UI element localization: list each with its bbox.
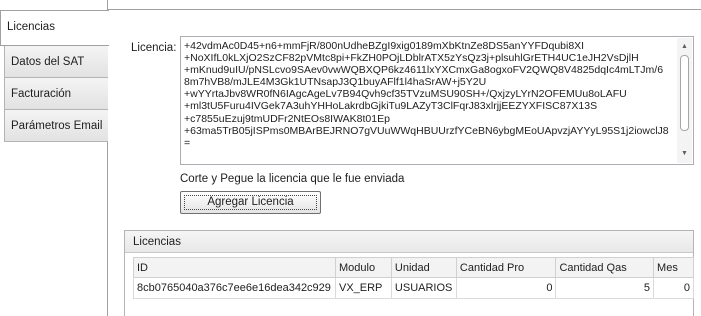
licencia-scrollbar[interactable]: ▲ ▼ xyxy=(677,38,692,163)
column-header-cantidad-pro[interactable]: Cantidad Pro xyxy=(455,257,557,278)
agregar-licencia-button[interactable]: Agregar Licencia xyxy=(180,191,321,214)
cell-cantidad-pro[interactable]: 0 xyxy=(455,277,557,299)
table-row[interactable]: 8cb0765040a376c7ee6e16dea342c929 VX_ERP … xyxy=(133,277,694,299)
tab-datos-del-sat[interactable]: Datos del SAT xyxy=(4,45,108,78)
cell-unidad[interactable]: USUARIOS xyxy=(390,277,457,299)
cell-cantidad-qas[interactable]: 5 xyxy=(555,277,655,299)
column-header-id[interactable]: ID xyxy=(133,257,336,278)
licencia-hint: Corte y Pegue la licencia que le fue env… xyxy=(180,173,405,185)
licencias-table: ID Modulo Unidad Cantidad Pro Cantidad Q… xyxy=(133,257,694,299)
licencia-label: Licencia: xyxy=(131,42,177,54)
scroll-thumb[interactable] xyxy=(680,55,689,131)
tab-licencias[interactable]: Licencias xyxy=(0,10,109,46)
cell-mes[interactable]: 0 xyxy=(653,277,694,299)
licencias-grid-title: Licencias xyxy=(125,231,693,253)
cell-id[interactable]: 8cb0765040a376c7ee6e16dea342c929 xyxy=(133,277,336,299)
tab-parametros-email-label: Parámetros Email xyxy=(11,120,103,132)
column-header-mes[interactable]: Mes xyxy=(653,257,694,278)
column-header-modulo[interactable]: Modulo xyxy=(334,257,392,278)
licencia-textarea-value[interactable]: +42vdmAc0D45+n6+mmFjR/800nUdheBZgI9xig01… xyxy=(184,40,673,161)
agregar-licencia-button-label: Agregar Licencia xyxy=(207,196,294,208)
tab-panel-border xyxy=(108,9,701,10)
column-header-unidad[interactable]: Unidad xyxy=(390,257,457,278)
table-header-row: ID Modulo Unidad Cantidad Pro Cantidad Q… xyxy=(133,257,694,278)
licencias-grid-group: Licencias ID Modulo Unidad Cantidad Pro … xyxy=(124,230,694,316)
scroll-up-arrow-icon[interactable]: ▲ xyxy=(677,40,692,54)
tab-licencias-label: Licencias xyxy=(7,21,55,33)
column-header-cantidad-qas[interactable]: Cantidad Qas xyxy=(555,257,655,278)
tab-facturacion[interactable]: Facturación xyxy=(4,77,108,110)
licencia-textarea[interactable]: +42vdmAc0D45+n6+mmFjR/800nUdheBZgI9xig01… xyxy=(180,36,694,165)
scroll-down-arrow-icon[interactable]: ▼ xyxy=(677,147,692,161)
tab-facturacion-label: Facturación xyxy=(11,88,72,100)
vertical-tab-strip: Licencias Datos del SAT Facturación Pará… xyxy=(0,0,109,316)
cell-modulo[interactable]: VX_ERP xyxy=(334,277,392,299)
tab-parametros-email[interactable]: Parámetros Email xyxy=(4,109,108,142)
tab-datos-del-sat-label: Datos del SAT xyxy=(11,56,85,68)
